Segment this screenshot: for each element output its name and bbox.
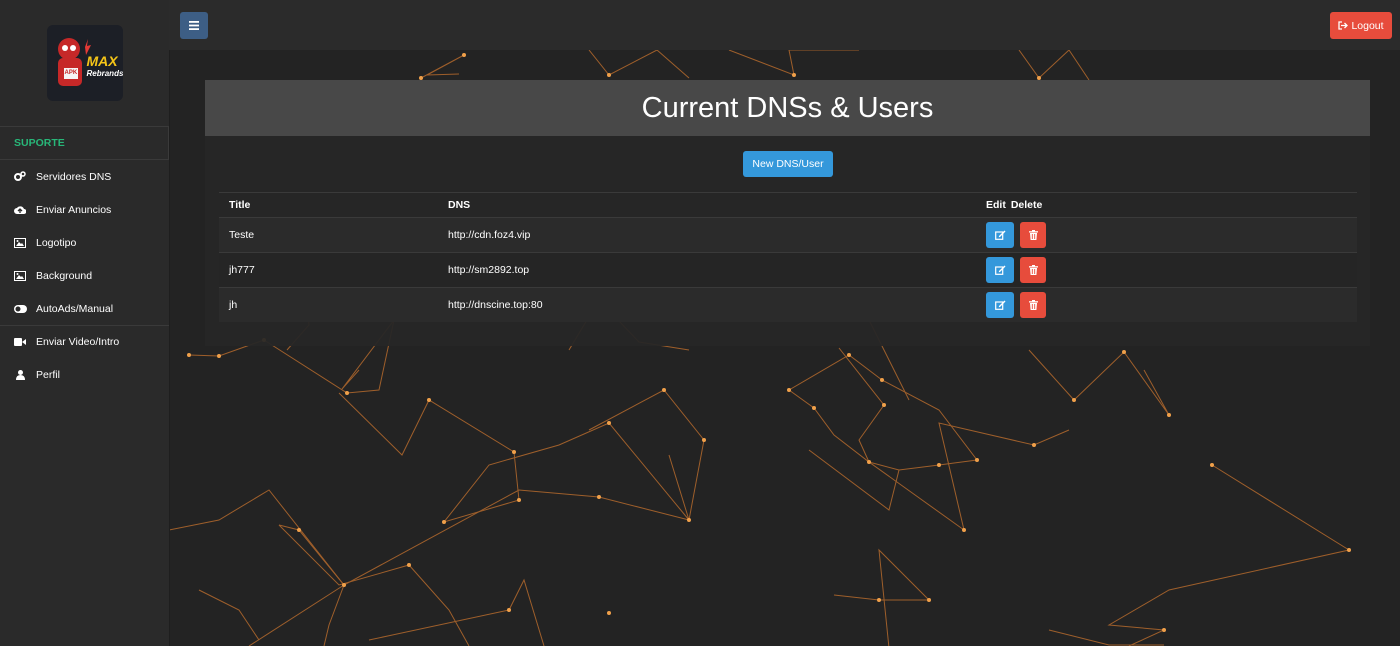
logout-button[interactable]: Logout: [1330, 12, 1392, 39]
sidebar-item-label: Enviar Anuncios: [36, 203, 112, 216]
edit-button[interactable]: [986, 292, 1014, 318]
user-icon: [13, 369, 27, 381]
cogs-icon: [13, 171, 27, 183]
sign-out-icon: [1338, 21, 1349, 30]
sidebar-item-label: Servidores DNS: [36, 170, 112, 183]
sidebar: APK MAX Rebrands SUPORTE Servidores DNS …: [0, 0, 170, 646]
column-header-edit: Edit: [986, 199, 1006, 211]
edit-button[interactable]: [986, 222, 1014, 248]
row-title: jh777: [229, 264, 255, 276]
sidebar-section-suporte[interactable]: SUPORTE: [0, 126, 169, 160]
dns-table: Title DNS Edit Delete Teste http://cdn.f…: [219, 192, 1357, 322]
cloud-upload-icon: [13, 204, 27, 216]
row-title: jh: [229, 299, 238, 311]
dns-users-panel: Current DNSs & Users New DNS/User Title …: [205, 80, 1370, 346]
row-dns: http://sm2892.top: [448, 264, 530, 276]
image-icon: [13, 270, 27, 282]
logo-text-secondary: Rebrands: [86, 69, 123, 78]
delete-button[interactable]: [1020, 257, 1046, 283]
trash-icon: [1028, 300, 1038, 310]
sidebar-item-logotipo[interactable]: Logotipo: [0, 226, 169, 259]
sidebar-item-servidores-dns[interactable]: Servidores DNS: [0, 160, 169, 193]
brand-logo[interactable]: APK MAX Rebrands: [46, 25, 123, 101]
trash-icon: [1028, 230, 1038, 240]
table-row: jh777 http://sm2892.top: [219, 252, 1357, 287]
logo-area: APK MAX Rebrands: [0, 0, 169, 126]
table-row: Teste http://cdn.foz4.vip: [219, 217, 1357, 252]
sidebar-item-autoads-manual[interactable]: AutoAds/Manual: [0, 292, 169, 325]
sidebar-item-enviar-anuncios[interactable]: Enviar Anuncios: [0, 193, 169, 226]
image-icon: [13, 237, 27, 249]
toggle-icon: [13, 303, 27, 315]
edit-icon: [994, 265, 1005, 275]
sidebar-item-enviar-video-intro[interactable]: Enviar Video/Intro: [0, 325, 169, 358]
edit-icon: [994, 300, 1005, 310]
new-dns-user-button[interactable]: New DNS/User: [743, 151, 833, 177]
column-header-delete: Delete: [1010, 199, 1043, 211]
edit-button[interactable]: [986, 257, 1014, 283]
trash-icon: [1028, 265, 1038, 275]
top-navbar: Logout: [169, 0, 1400, 50]
sidebar-item-perfil[interactable]: Perfil: [0, 358, 169, 391]
sidebar-item-label: Logotipo: [36, 236, 77, 249]
delete-button[interactable]: [1020, 292, 1046, 318]
sidebar-item-label: AutoAds/Manual: [36, 302, 114, 315]
logout-label: Logout: [1351, 19, 1384, 32]
column-header-title: Title: [229, 199, 251, 211]
logo-text-primary: MAX: [86, 53, 118, 69]
bars-icon: [189, 21, 199, 30]
row-dns: http://cdn.foz4.vip: [448, 229, 531, 241]
sidebar-toggle-button[interactable]: [180, 12, 208, 39]
video-camera-icon: [13, 336, 27, 348]
table-row: jh http://dnscine.top:80: [219, 287, 1357, 322]
sidebar-item-label: Enviar Video/Intro: [36, 336, 120, 348]
sidebar-item-label: Background: [36, 269, 93, 282]
delete-button[interactable]: [1020, 222, 1046, 248]
logo-badge: APK: [64, 70, 78, 76]
row-dns: http://dnscine.top:80: [448, 299, 543, 311]
page-title: Current DNSs & Users: [205, 80, 1370, 136]
sidebar-item-label: Perfil: [36, 368, 60, 381]
column-header-dns: DNS: [448, 199, 471, 211]
table-header: Title DNS Edit Delete: [219, 192, 1357, 217]
edit-icon: [994, 230, 1005, 240]
sidebar-item-background[interactable]: Background: [0, 259, 169, 292]
row-title: Teste: [229, 229, 255, 241]
